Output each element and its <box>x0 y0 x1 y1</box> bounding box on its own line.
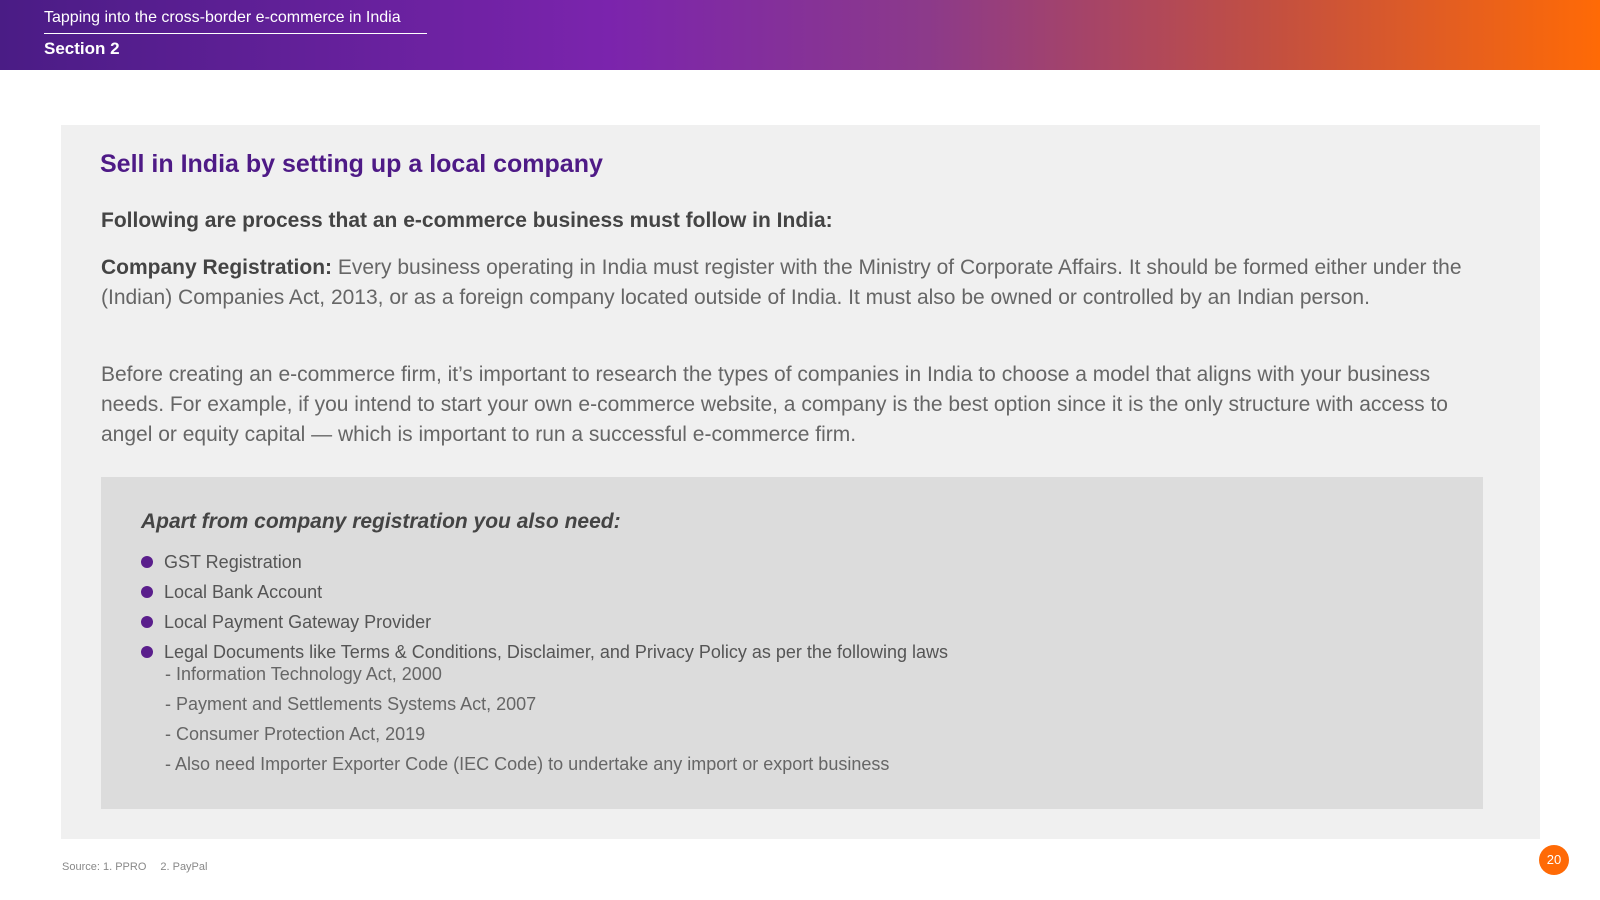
research-paragraph: Before creating an e-commerce firm, it’s… <box>101 363 1448 446</box>
bullet-dot-icon <box>141 586 153 598</box>
header-banner: Tapping into the cross-border e-commerce… <box>0 0 1600 70</box>
bullet-dot-icon <box>141 646 153 658</box>
requirement-text: GST Registration <box>164 552 302 572</box>
source-1: Source: 1. PPRO <box>62 861 147 873</box>
deck-title: Tapping into the cross-border e-commerce… <box>44 9 427 34</box>
requirements-list: GST Registration Local Bank Account Loca… <box>141 547 948 667</box>
section-label: Section 2 <box>44 39 120 58</box>
list-item: GST Registration <box>141 547 948 577</box>
list-item: Local Bank Account <box>141 577 948 607</box>
requirements-box: Apart from company registration you also… <box>101 477 1483 809</box>
bullet-dot-icon <box>141 556 153 568</box>
requirement-text: Local Payment Gateway Provider <box>164 612 432 632</box>
laws-list: - Information Technology Act, 2000 - Pay… <box>165 659 889 779</box>
law-item: - Information Technology Act, 2000 <box>165 664 442 684</box>
content-card: Sell in India by setting up a local comp… <box>61 125 1540 839</box>
requirements-heading: Apart from company registration you also… <box>141 510 621 533</box>
company-registration-label: Company Registration: <box>101 256 333 279</box>
source-2: 2. PayPal <box>160 861 208 873</box>
bullet-dot-icon <box>141 616 153 628</box>
company-registration-paragraph: Company Registration: Every business ope… <box>101 253 1496 313</box>
page-number-badge: 20 <box>1539 845 1569 875</box>
law-item: - Payment and Settlements Systems Act, 2… <box>165 694 537 714</box>
list-item: Local Payment Gateway Provider <box>141 607 948 637</box>
law-item: - Also need Importer Exporter Code (IEC … <box>165 754 890 774</box>
process-subtitle: Following are process that an e-commerce… <box>101 209 833 232</box>
law-item: - Consumer Protection Act, 2019 <box>165 724 426 744</box>
slide-title: Sell in India by setting up a local comp… <box>100 150 603 178</box>
source-note: Source: 1. PPRO 2. PayPal <box>62 861 221 873</box>
requirement-text: Local Bank Account <box>164 582 323 602</box>
